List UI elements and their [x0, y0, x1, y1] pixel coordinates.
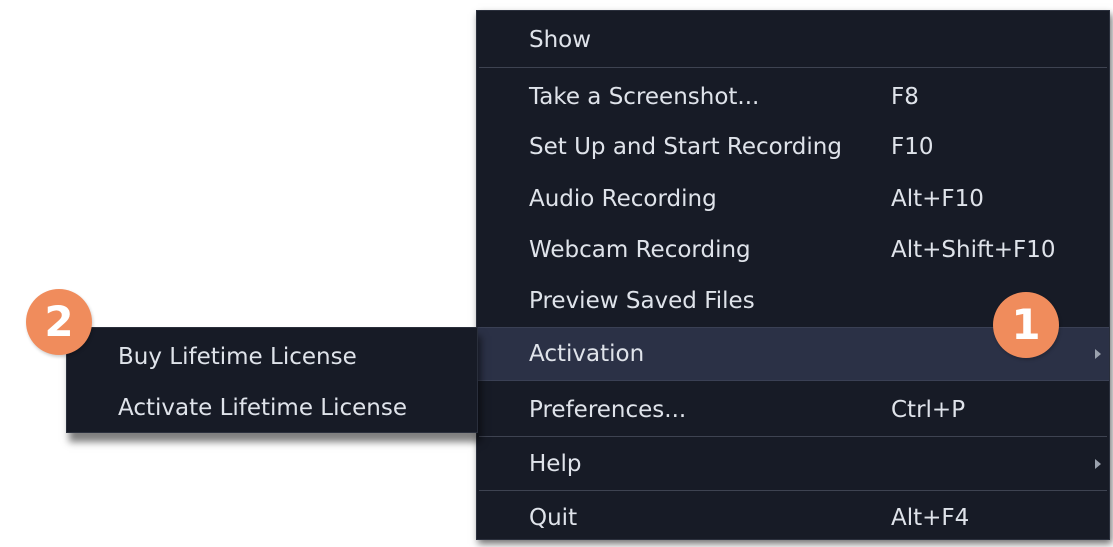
- menu-separator: [479, 436, 1107, 437]
- menu-item-label: Activation: [529, 341, 645, 367]
- menu-separator: [479, 67, 1107, 68]
- menu-item-label: Help: [529, 451, 582, 477]
- menu-item-take-screenshot[interactable]: Take a Screenshot... F8: [477, 72, 1109, 122]
- menu-item-label: Set Up and Start Recording: [529, 134, 842, 160]
- menu-item-shortcut: F8: [891, 84, 919, 110]
- menu-item-label: Show: [529, 27, 592, 53]
- menu-item-shortcut: Alt+F10: [891, 186, 984, 212]
- submenu-item-label: Activate Lifetime License: [118, 395, 408, 421]
- menu-item-help[interactable]: Help: [477, 439, 1109, 489]
- chevron-right-icon: [1095, 459, 1101, 469]
- menu-item-webcam-recording[interactable]: Webcam Recording Alt+Shift+F10: [477, 225, 1109, 275]
- context-menu: Show Take a Screenshot... F8 Set Up and …: [476, 10, 1110, 540]
- menu-separator: [479, 490, 1107, 491]
- submenu-item-buy-license[interactable]: Buy Lifetime License: [67, 332, 477, 382]
- callout-badge-step-1: 1: [993, 292, 1059, 358]
- submenu-item-activate-license[interactable]: Activate Lifetime License: [67, 383, 477, 433]
- menu-item-label: Preferences...: [529, 397, 687, 423]
- menu-item-label: Preview Saved Files: [529, 288, 755, 314]
- menu-item-label: Audio Recording: [529, 186, 717, 212]
- callout-badge-step-2: 2: [26, 289, 92, 355]
- menu-item-show[interactable]: Show: [477, 15, 1109, 65]
- menu-item-audio-recording[interactable]: Audio Recording Alt+F10: [477, 174, 1109, 224]
- menu-item-shortcut: Alt+Shift+F10: [891, 237, 1056, 263]
- submenu-item-label: Buy Lifetime License: [118, 344, 357, 370]
- menu-item-set-up-recording[interactable]: Set Up and Start Recording F10: [477, 122, 1109, 172]
- menu-item-label: Take a Screenshot...: [529, 84, 760, 110]
- menu-item-quit[interactable]: Quit Alt+F4: [477, 493, 1109, 543]
- menu-item-label: Webcam Recording: [529, 237, 751, 263]
- screenshot-stage: Show Take a Screenshot... F8 Set Up and …: [0, 0, 1113, 547]
- menu-item-shortcut: Alt+F4: [891, 505, 970, 531]
- menu-item-preferences[interactable]: Preferences... Ctrl+P: [477, 385, 1109, 435]
- activation-submenu: Buy Lifetime License Activate Lifetime L…: [66, 327, 478, 433]
- chevron-right-icon: [1095, 349, 1101, 359]
- menu-item-label: Quit: [529, 505, 578, 531]
- menu-item-shortcut: Ctrl+P: [891, 397, 966, 423]
- menu-item-shortcut: F10: [891, 134, 934, 160]
